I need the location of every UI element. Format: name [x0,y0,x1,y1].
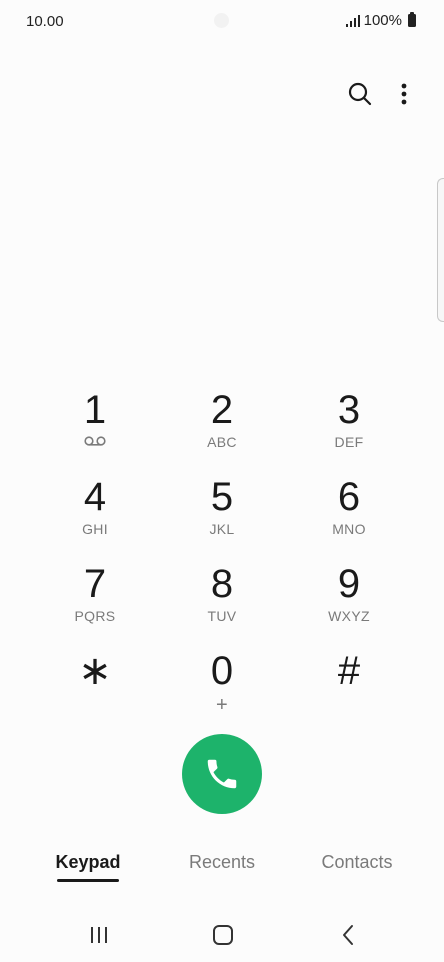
home-icon [213,925,233,945]
front-camera [214,13,229,28]
tab-label: Recents [188,852,256,872]
key-hash[interactable]: # [286,649,412,725]
key-digit: 7 [83,562,107,606]
key-2[interactable]: 2 ABC [159,388,285,464]
system-navigation-bar [0,910,444,962]
key-letters: DEF [334,434,364,450]
key-digit: 0 [210,649,234,693]
phone-screen: 10.00 100% 1 2 ABC 3 DEF 4 GHI 5 JKL 6 M… [0,0,444,962]
key-star[interactable]: ∗ [32,649,158,725]
key-5[interactable]: 5 JKL [159,475,285,551]
key-8[interactable]: 8 TUV [159,562,285,638]
tab-contacts[interactable]: Contacts [312,852,402,888]
phone-icon [207,759,237,789]
key-4[interactable]: 4 GHI [32,475,158,551]
key-0[interactable]: 0 + [159,649,285,725]
key-digit: 6 [337,475,361,519]
tab-label: Keypad [55,852,121,872]
back-icon [343,925,353,945]
key-1[interactable]: 1 [32,388,158,464]
key-6[interactable]: 6 MNO [286,475,412,551]
signal-bars-icon [345,14,360,27]
tab-recents[interactable]: Recents [180,852,264,888]
key-digit: 2 [210,388,234,432]
battery-icon [408,12,416,27]
status-bar: 10.00 100% [0,0,444,44]
key-3[interactable]: 3 DEF [286,388,412,464]
more-options-button[interactable] [390,78,418,110]
key-digit: 1 [83,388,107,432]
search-button[interactable] [344,78,376,110]
key-digit: 4 [83,475,107,519]
active-tab-indicator [57,879,119,882]
battery-percent: 100% [363,12,402,29]
search-icon [348,82,372,106]
key-letters: WXYZ [328,608,370,624]
edge-panel-handle[interactable] [437,178,444,322]
home-button[interactable] [201,920,245,950]
status-indicators: 100% [345,12,416,29]
key-digit: ∗ [78,649,112,693]
key-letters: GHI [82,521,108,537]
key-letters: TUV [207,608,237,624]
key-digit: 5 [210,475,234,519]
key-letters: MNO [332,521,366,537]
key-letters: + [216,694,228,716]
more-vertical-icon [401,83,407,105]
call-button[interactable] [182,734,262,814]
key-letters: JKL [209,521,235,537]
key-letters: PQRS [74,608,116,624]
status-time: 10.00 [26,13,64,30]
tab-keypad[interactable]: Keypad [50,852,126,888]
key-7[interactable]: 7 PQRS [32,562,158,638]
key-digit: 3 [337,388,361,432]
voicemail-icon [84,436,106,446]
recent-apps-icon [91,927,107,943]
tab-label: Contacts [321,852,393,872]
key-9[interactable]: 9 WXYZ [286,562,412,638]
key-letters: ABC [207,434,237,450]
back-button[interactable] [326,920,370,950]
key-digit: 8 [210,562,234,606]
key-digit: # [337,649,361,693]
dialer-tabs: Keypad Recents Contacts [0,852,444,892]
recent-apps-button[interactable] [77,920,121,950]
key-digit: 9 [337,562,361,606]
